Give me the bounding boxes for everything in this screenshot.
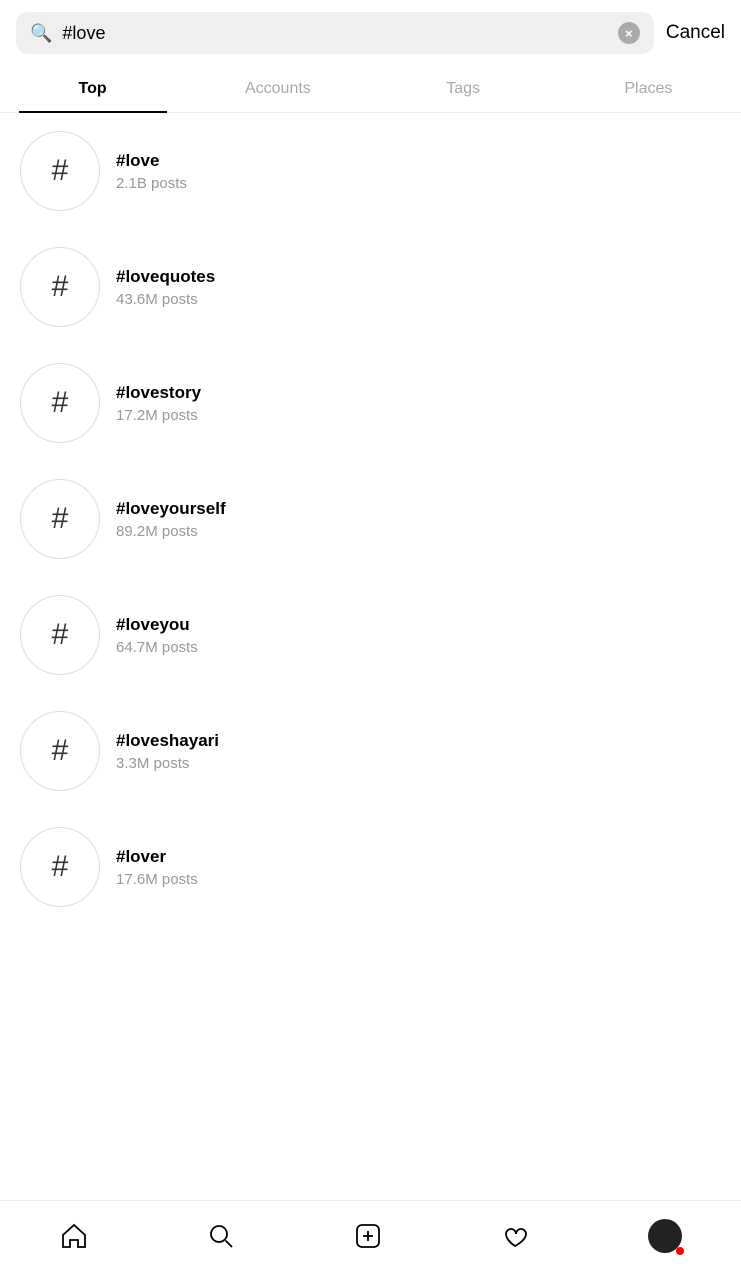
post-icon (354, 1222, 382, 1250)
home-icon (60, 1222, 88, 1250)
result-tag-name: #loveyou (116, 615, 198, 635)
search-input-wrapper: 🔍 × (16, 12, 654, 54)
result-text: #lovestory 17.2M posts (116, 383, 201, 424)
result-tag-name: #loveshayari (116, 731, 219, 751)
hashtag-icon: # (52, 734, 69, 768)
tabs-container: Top Accounts Tags Places (0, 66, 741, 113)
hashtag-circle: # (20, 711, 100, 791)
result-post-count: 64.7M posts (116, 639, 198, 656)
result-tag-name: #loveyourself (116, 499, 226, 519)
search-input[interactable] (62, 23, 607, 44)
search-bar: 🔍 × Cancel (0, 0, 741, 66)
result-post-count: 89.2M posts (116, 523, 226, 540)
bottom-navigation (0, 1200, 741, 1280)
hashtag-circle: # (20, 479, 100, 559)
nav-search-button[interactable] (199, 1214, 243, 1258)
tab-places[interactable]: Places (556, 66, 741, 112)
list-item[interactable]: # #loveshayari 3.3M posts (0, 693, 741, 809)
nav-post-button[interactable] (346, 1214, 390, 1258)
search-icon: 🔍 (30, 23, 52, 44)
hashtag-icon: # (52, 618, 69, 652)
hashtag-icon: # (52, 154, 69, 188)
tab-accounts[interactable]: Accounts (185, 66, 370, 112)
cancel-button[interactable]: Cancel (666, 22, 725, 44)
profile-avatar (648, 1219, 682, 1253)
list-item[interactable]: # #loveyourself 89.2M posts (0, 461, 741, 577)
nav-activity-button[interactable] (493, 1214, 537, 1258)
tab-top[interactable]: Top (0, 66, 185, 112)
hashtag-circle: # (20, 363, 100, 443)
tab-tags[interactable]: Tags (371, 66, 556, 112)
clear-button[interactable]: × (618, 22, 640, 44)
result-text: #love 2.1B posts (116, 151, 187, 192)
result-tag-name: #lovestory (116, 383, 201, 403)
result-post-count: 3.3M posts (116, 755, 219, 772)
list-item[interactable]: # #lover 17.6M posts (0, 809, 741, 925)
result-text: #lovequotes 43.6M posts (116, 267, 215, 308)
result-post-count: 17.6M posts (116, 871, 198, 888)
hashtag-circle: # (20, 247, 100, 327)
hashtag-circle: # (20, 595, 100, 675)
result-post-count: 17.2M posts (116, 407, 201, 424)
list-item[interactable]: # #loveyou 64.7M posts (0, 577, 741, 693)
result-text: #loveshayari 3.3M posts (116, 731, 219, 772)
hashtag-circle: # (20, 827, 100, 907)
search-nav-icon (207, 1222, 235, 1250)
result-text: #loveyourself 89.2M posts (116, 499, 226, 540)
nav-profile-button[interactable] (640, 1211, 690, 1261)
list-item[interactable]: # #lovestory 17.2M posts (0, 345, 741, 461)
results-container: # #love 2.1B posts # #lovequotes 43.6M p… (0, 113, 741, 1194)
result-text: #lover 17.6M posts (116, 847, 198, 888)
hashtag-icon: # (52, 502, 69, 536)
hashtag-circle: # (20, 131, 100, 211)
nav-home-button[interactable] (52, 1214, 96, 1258)
heart-icon (501, 1222, 529, 1250)
result-post-count: 2.1B posts (116, 175, 187, 192)
list-item[interactable]: # #love 2.1B posts (0, 113, 741, 229)
hashtag-icon: # (52, 850, 69, 884)
list-item[interactable]: # #lovequotes 43.6M posts (0, 229, 741, 345)
result-tag-name: #lover (116, 847, 198, 867)
hashtag-icon: # (52, 386, 69, 420)
result-text: #loveyou 64.7M posts (116, 615, 198, 656)
result-tag-name: #love (116, 151, 187, 171)
hashtag-icon: # (52, 270, 69, 304)
result-post-count: 43.6M posts (116, 291, 215, 308)
result-tag-name: #lovequotes (116, 267, 215, 287)
